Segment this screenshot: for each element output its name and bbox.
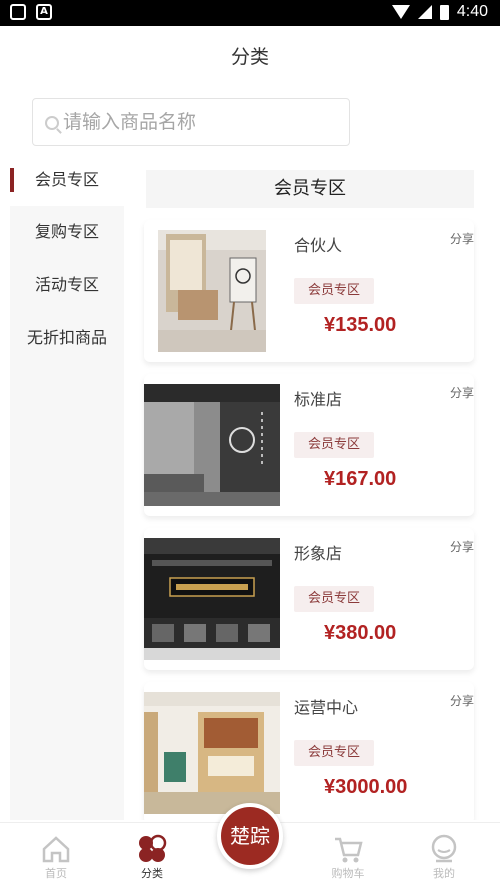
app-notification-icon: A <box>36 4 52 20</box>
product-image[interactable] <box>144 692 280 814</box>
share-button[interactable]: 分享 <box>450 692 474 709</box>
sidebar-item-label: 活动专区 <box>34 275 99 294</box>
sidebar-item-label: 无折扣商品 <box>26 328 107 347</box>
signal-icon <box>417 5 432 19</box>
cart-icon <box>335 837 363 863</box>
status-time: 4:40 <box>456 3 488 20</box>
product-image[interactable] <box>158 230 266 352</box>
sidebar-item-member-zone[interactable]: 会员专区 <box>10 154 124 206</box>
product-price: ¥167.00 <box>324 468 397 490</box>
product-tag: 会员专区 <box>294 586 375 612</box>
sidebar-item-repurchase-zone[interactable]: 复购专区 <box>10 206 124 258</box>
product-name: 形象店 <box>294 544 343 563</box>
tab-label: 购物车 <box>331 867 365 880</box>
product-price: ¥380.00 <box>324 622 397 644</box>
page-title: 分类 <box>230 46 269 68</box>
profile-icon <box>431 834 457 863</box>
product-card[interactable]: 形象店 分享 会员专区 ¥380.00 <box>144 528 474 670</box>
product-name: 合伙人 <box>294 236 343 255</box>
brand-logo[interactable]: 楚踪 <box>217 803 283 869</box>
search-box[interactable] <box>32 98 350 146</box>
share-button[interactable]: 分享 <box>450 538 474 555</box>
category-icon <box>139 834 167 862</box>
product-card[interactable]: 标准店 分享 会员专区 ¥167.00 <box>144 374 474 516</box>
tab-home[interactable]: 首页 <box>16 823 96 888</box>
category-sidebar: 会员专区 复购专区 活动专区 无折扣商品 <box>10 154 124 820</box>
battery-icon <box>439 4 449 20</box>
sidebar-item-label: 会员专区 <box>34 170 99 189</box>
product-image[interactable] <box>144 384 280 506</box>
share-button[interactable]: 分享 <box>450 230 474 247</box>
product-image[interactable] <box>144 538 280 660</box>
tab-label: 首页 <box>45 867 67 880</box>
product-price: ¥3000.00 <box>324 776 408 798</box>
bottom-tab-bar: 首页 分类 楚踪 购物车 我的 <box>0 803 500 888</box>
search-icon <box>45 116 59 130</box>
product-tag: 会员专区 <box>294 432 375 458</box>
brand-logo-text: 楚踪 <box>230 824 270 848</box>
product-card[interactable]: 运营中心 分享 会员专区 ¥3000.00 <box>144 682 474 820</box>
status-bar: A 4:40 <box>0 0 500 26</box>
sidebar-item-activity-zone[interactable]: 活动专区 <box>10 259 124 311</box>
tab-profile[interactable]: 我的 <box>404 823 484 888</box>
tab-cart[interactable]: 购物车 <box>308 823 388 888</box>
tab-category[interactable]: 分类 <box>112 823 192 888</box>
product-card[interactable]: 合伙人 分享 会员专区 ¥135.00 <box>144 220 474 362</box>
wifi-icon <box>391 5 410 19</box>
notification-icon <box>10 4 26 20</box>
search-input[interactable] <box>63 99 343 145</box>
product-name: 标准店 <box>294 390 343 409</box>
product-tag: 会员专区 <box>294 278 375 304</box>
product-tag: 会员专区 <box>294 740 375 766</box>
page-header: 分类 <box>0 26 500 84</box>
product-price: ¥135.00 <box>324 314 397 336</box>
section-title: 会员专区 <box>146 170 474 208</box>
tab-label: 分类 <box>141 867 163 880</box>
share-button[interactable]: 分享 <box>450 384 474 401</box>
product-name: 运营中心 <box>294 698 359 717</box>
sidebar-item-no-discount[interactable]: 无折扣商品 <box>10 312 124 364</box>
home-icon <box>42 836 70 863</box>
product-list: 会员专区 合伙人 分享 会员专区 ¥135.00 标准店 分享 会员专区 ¥16… <box>124 154 490 820</box>
tab-label: 我的 <box>433 867 455 880</box>
sidebar-item-label: 复购专区 <box>34 222 99 241</box>
